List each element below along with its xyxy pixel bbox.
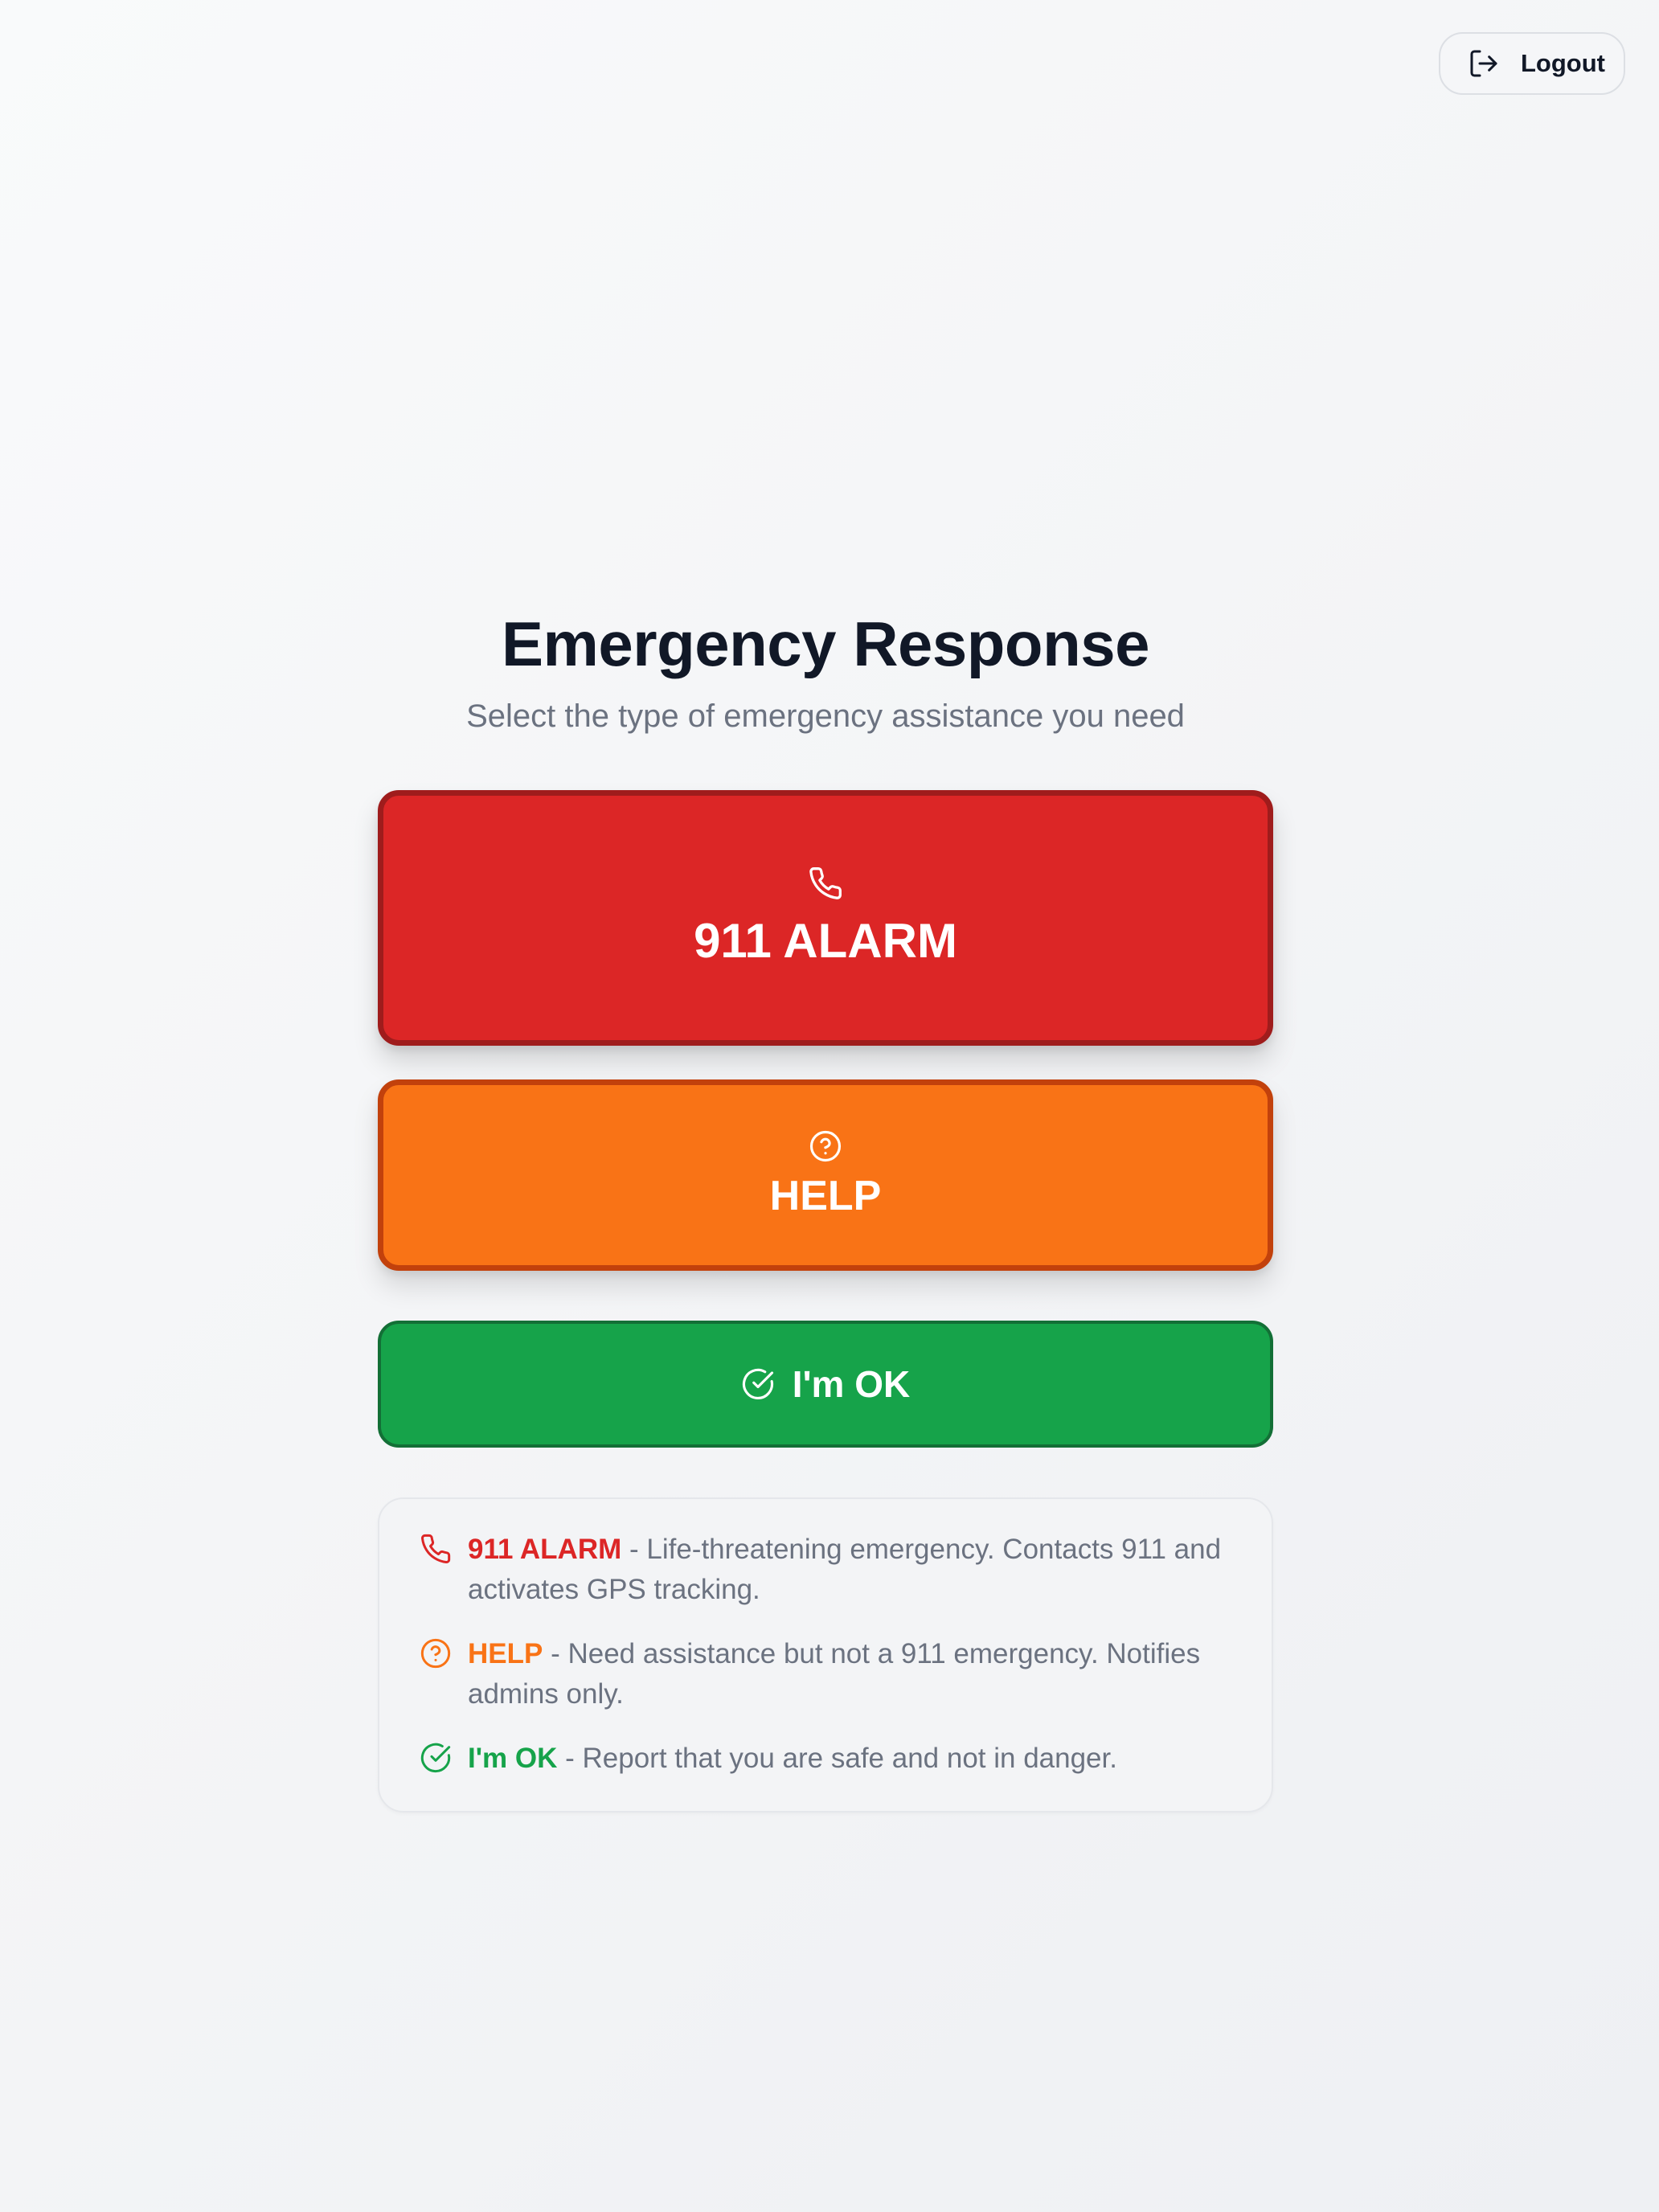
page-subtitle: Select the type of emergency assistance … <box>466 698 1185 734</box>
im-ok-button[interactable]: I'm OK <box>378 1321 1273 1448</box>
im-ok-label: I'm OK <box>792 1363 911 1405</box>
logout-button[interactable]: Logout <box>1439 32 1625 95</box>
info-item-alarm: 911 ALARM - Life-threatening emergency. … <box>420 1530 1235 1610</box>
info-title-help: HELP <box>468 1638 543 1669</box>
info-text-ok: I'm OK - Report that you are safe and no… <box>468 1739 1117 1779</box>
check-circle-icon <box>741 1367 775 1401</box>
alarm-911-button[interactable]: 911 ALARM <box>378 790 1273 1046</box>
phone-icon <box>808 866 843 901</box>
info-title-ok: I'm OK <box>468 1743 558 1774</box>
info-text-help: HELP - Need assistance but not a 911 eme… <box>468 1634 1235 1714</box>
info-item-help: HELP - Need assistance but not a 911 eme… <box>420 1634 1235 1714</box>
info-title-alarm: 911 ALARM <box>468 1534 622 1565</box>
check-circle-icon <box>420 1739 452 1774</box>
info-item-ok: I'm OK - Report that you are safe and no… <box>420 1739 1235 1779</box>
info-text-alarm: 911 ALARM - Life-threatening emergency. … <box>468 1530 1235 1610</box>
logout-icon <box>1468 47 1500 80</box>
info-card: 911 ALARM - Life-threatening emergency. … <box>378 1497 1273 1813</box>
help-label: HELP <box>769 1173 882 1219</box>
emergency-panel: Emergency Response Select the type of em… <box>378 607 1273 1813</box>
alarm-911-label: 911 ALARM <box>694 914 957 968</box>
help-circle-icon <box>809 1129 842 1163</box>
info-description-ok: - Report that you are safe and not in da… <box>557 1743 1117 1774</box>
phone-icon <box>420 1530 452 1565</box>
logout-label: Logout <box>1521 49 1606 77</box>
info-description-help: - Need assistance but not a 911 emergenc… <box>468 1638 1201 1710</box>
help-button[interactable]: HELP <box>378 1079 1273 1271</box>
page-title: Emergency Response <box>501 608 1150 679</box>
help-circle-icon <box>420 1634 452 1669</box>
